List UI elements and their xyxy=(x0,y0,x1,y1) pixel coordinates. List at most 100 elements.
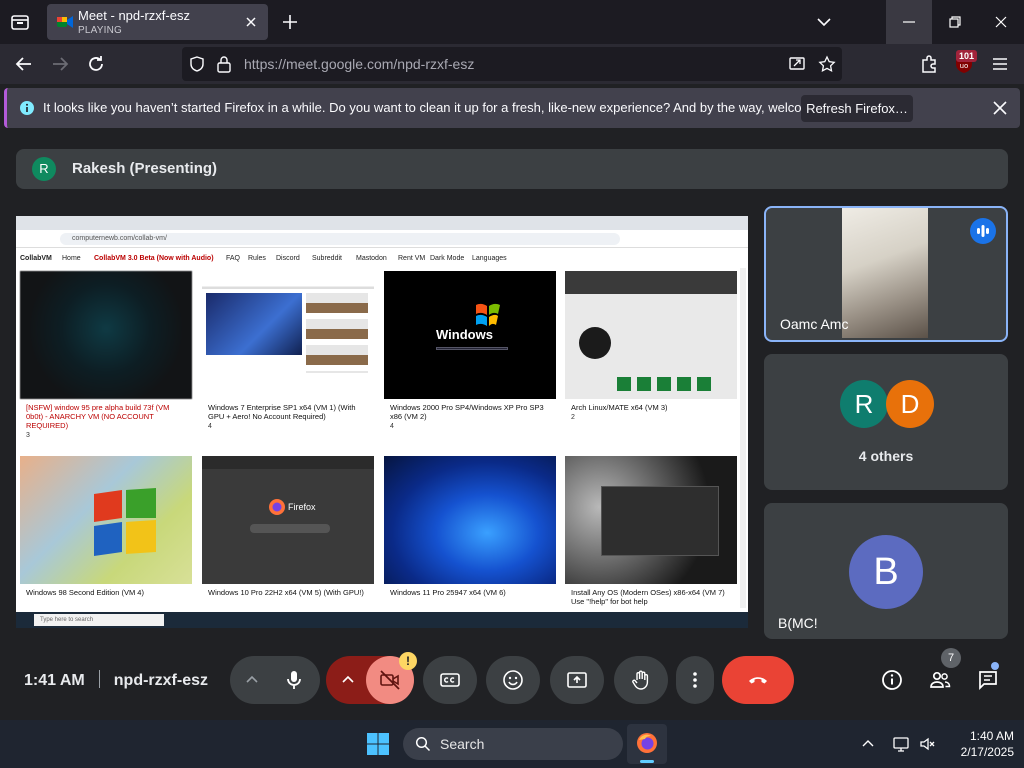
chat-unread-dot xyxy=(991,662,999,670)
participant-avatar: R xyxy=(840,380,888,428)
vm-card[interactable]: Windows 11 Pro 25947 x64 (VM 6) xyxy=(384,456,556,597)
participant-name: B(MC! xyxy=(778,615,818,631)
tab-title: Meet - npd-rzxf-esz xyxy=(78,8,190,23)
vm-card[interactable]: [NSFW] window 95 pre alpha build 73f (VM… xyxy=(20,271,192,441)
vm-caption: [NSFW] window 95 pre alpha build 73f (VM… xyxy=(26,403,170,430)
vm-caption: Windows 98 Second Edition (VM 4) xyxy=(26,588,144,597)
info-icon xyxy=(20,101,34,115)
firefox-taskbar-button[interactable] xyxy=(627,724,667,764)
extensions-puzzle-icon[interactable] xyxy=(917,52,941,76)
vm-thumbnail xyxy=(20,456,192,584)
new-tab-button[interactable] xyxy=(278,10,302,34)
screen-share-indicator-icon[interactable] xyxy=(788,55,806,73)
close-tab-icon[interactable] xyxy=(242,13,260,31)
meet-favicon-icon xyxy=(57,16,73,28)
extension-count-badge: 101 xyxy=(956,50,978,62)
meeting-details-info-icon[interactable] xyxy=(880,668,904,692)
collabvm-site-title: CollabVM xyxy=(20,255,52,262)
nav-rent-vm: Rent VM xyxy=(398,255,426,262)
vm-thumbnail xyxy=(202,271,374,399)
people-icon[interactable] xyxy=(928,668,952,692)
vm-user-count: 4 xyxy=(208,423,212,430)
meeting-time: 1:41 AM xyxy=(24,672,85,689)
url-text: https://meet.google.com/npd-rzxf-esz xyxy=(244,56,475,72)
hamburger-menu-icon[interactable] xyxy=(988,52,1012,76)
presenter-bar: R Rakesh (Presenting) xyxy=(16,149,1008,189)
vm-thumbnail xyxy=(565,271,737,399)
vm-card[interactable]: Arch Linux/MATE x64 (VM 3) 2 xyxy=(565,271,737,423)
windows-xp-logo-icon xyxy=(476,303,500,326)
audio-options-chevron-up-icon[interactable] xyxy=(244,672,260,688)
presenter-avatar: R xyxy=(32,157,56,181)
system-clock[interactable]: 1:40 AM 2/17/2025 xyxy=(948,728,1014,760)
firefox-logo-icon xyxy=(269,499,285,515)
tab-strip: Meet - npd-rzxf-esz PLAYING xyxy=(0,0,1024,44)
leave-call-button[interactable] xyxy=(722,656,794,704)
others-tile[interactable]: R D 4 others xyxy=(764,354,1008,490)
participant-name: Oamc Amc xyxy=(780,316,849,332)
closed-captions-icon xyxy=(440,673,460,687)
show-hidden-icons-chevron-icon[interactable] xyxy=(860,736,876,752)
nav-mastodon: Mastodon xyxy=(356,255,387,262)
nav-languages: Languages xyxy=(472,255,507,262)
firefox-icon xyxy=(637,733,657,753)
participant-avatar: B xyxy=(849,535,923,609)
volume-muted-icon[interactable] xyxy=(918,735,936,753)
meeting-code: npd-rzxf-esz xyxy=(113,672,208,689)
participant-avatar: D xyxy=(886,380,934,428)
vm-card[interactable]: Windows Windows 2000 Pro SP4/Windows XP … xyxy=(384,271,556,432)
shield-icon[interactable] xyxy=(188,55,206,73)
vm-caption: Windows 10 Pro 22H2 x64 (VM 5) (With GPU… xyxy=(208,588,364,597)
shared-windows-taskbar: Type here to search xyxy=(16,612,748,628)
minimize-window-button[interactable] xyxy=(886,0,932,44)
emoji-icon xyxy=(503,670,523,690)
captions-button[interactable] xyxy=(423,656,477,704)
reactions-button[interactable] xyxy=(486,656,540,704)
vm-caption: Windows 11 Pro 25947 x64 (VM 6) xyxy=(390,588,506,597)
video-options-chevron-up-icon[interactable] xyxy=(340,672,356,688)
vm-caption: Install Any OS (Modern OSes) x86-x64 (VM… xyxy=(571,588,725,606)
taskbar-search-box[interactable]: Search xyxy=(403,728,623,760)
clock-date: 2/17/2025 xyxy=(960,745,1014,759)
forward-arrow-icon[interactable] xyxy=(48,52,72,76)
close-window-button[interactable] xyxy=(978,0,1024,44)
more-vertical-icon xyxy=(693,672,697,688)
raise-hand-button[interactable] xyxy=(614,656,668,704)
participant-tile[interactable]: B B(MC! xyxy=(764,503,1008,639)
network-icon[interactable] xyxy=(892,735,910,753)
windows-start-icon[interactable] xyxy=(367,733,389,755)
restore-window-button[interactable] xyxy=(932,0,978,44)
close-notification-icon[interactable] xyxy=(990,98,1010,118)
clock-time: 1:40 AM xyxy=(969,729,1014,743)
address-bar[interactable]: https://meet.google.com/npd-rzxf-esz xyxy=(182,47,842,81)
shared-screen[interactable]: computernewb.com/collab-vm/ CollabVM Hom… xyxy=(16,216,748,628)
participant-tile[interactable]: Oamc Amc xyxy=(764,206,1008,342)
vm-card[interactable]: Install Any OS (Modern OSes) x86-x64 (VM… xyxy=(565,456,737,606)
nav-dark-mode: Dark Mode xyxy=(430,255,465,262)
more-options-button[interactable] xyxy=(676,656,714,704)
tab-meet[interactable]: Meet - npd-rzxf-esz PLAYING xyxy=(47,4,268,40)
navigation-toolbar: https://meet.google.com/npd-rzxf-esz uo xyxy=(0,44,1024,84)
present-screen-button[interactable] xyxy=(550,656,604,704)
tab-list-icon[interactable] xyxy=(8,10,32,34)
back-arrow-icon[interactable] xyxy=(12,52,36,76)
vm-card[interactable]: Firefox Windows 10 Pro 22H2 x64 (VM 5) (… xyxy=(202,456,374,597)
microphone-icon[interactable] xyxy=(282,668,306,692)
participant-video xyxy=(842,208,928,338)
vm-thumbnail xyxy=(384,456,556,584)
vm-card[interactable]: Windows 7 Enterprise SP1 x64 (VM 1) (Wit… xyxy=(202,271,374,432)
nav-discord: Discord xyxy=(276,255,300,262)
refresh-firefox-button[interactable]: Refresh Firefox… xyxy=(801,95,913,122)
reload-icon[interactable] xyxy=(84,52,108,76)
vm-thumbnail xyxy=(20,271,192,399)
shared-scrollbar xyxy=(740,268,746,608)
list-all-tabs-chevron-icon[interactable] xyxy=(812,10,836,34)
vm-card[interactable]: Windows 98 Second Edition (VM 4) xyxy=(20,456,192,597)
chat-icon[interactable] xyxy=(976,668,1000,692)
windows-taskbar: Search 1:40 AM 2/17/2025 xyxy=(0,720,1024,768)
lock-icon[interactable] xyxy=(216,55,232,73)
vm-caption: Windows 7 Enterprise SP1 x64 (VM 1) (Wit… xyxy=(208,403,356,421)
meet-call-area: R Rakesh (Presenting) computernewb.com/c… xyxy=(0,132,1024,720)
bookmark-star-icon[interactable] xyxy=(818,55,836,73)
collabvm-navbar: CollabVM Home CollabVM 3.0 Beta (Now wit… xyxy=(16,252,748,266)
